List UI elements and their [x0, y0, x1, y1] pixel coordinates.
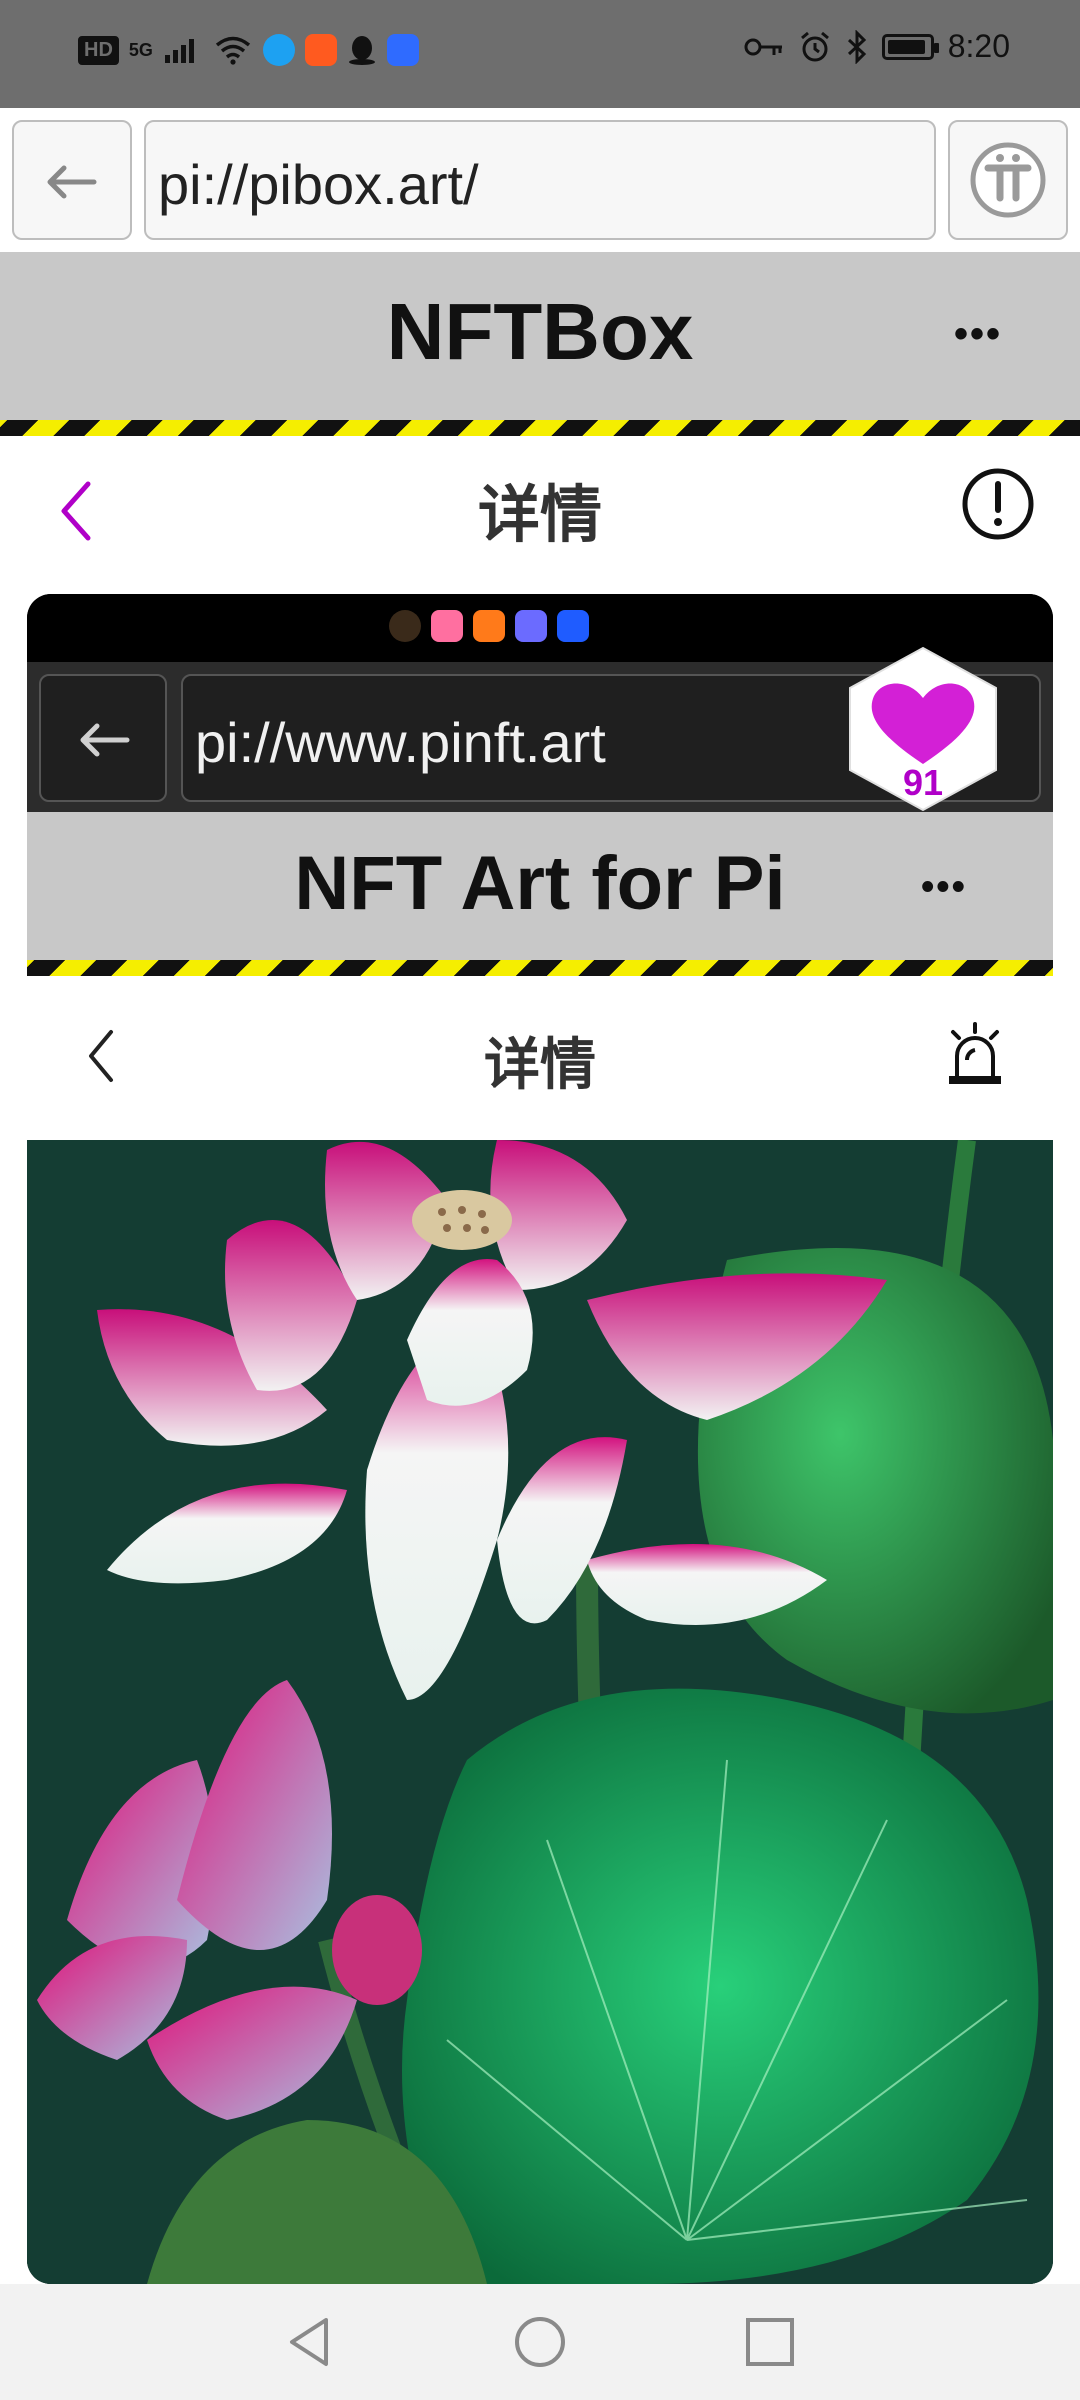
page-title: 详情 — [477, 481, 602, 550]
app-title: NFTBox — [386, 287, 694, 376]
url-text: pi://pibox.art/ — [158, 153, 479, 216]
app-notification-icon — [262, 34, 295, 66]
browser-url-bar: pi://pibox.art/ — [0, 108, 1080, 252]
key-icon — [744, 38, 782, 55]
pi-browser-button[interactable] — [948, 120, 1068, 240]
more-menu-button[interactable]: ••• — [954, 312, 1002, 357]
recents-square-icon[interactable] — [742, 2314, 798, 2370]
back-triangle-icon[interactable] — [282, 2312, 338, 2372]
browser-back-button[interactable] — [12, 120, 132, 240]
app-header: NFTBox ••• — [0, 252, 1080, 420]
inner-back-button — [39, 674, 167, 802]
battery-icon — [881, 33, 939, 60]
inner-app-title: NFT Art for Pi — [294, 841, 786, 926]
app-icon — [389, 610, 421, 642]
inner-more-menu: ••• — [921, 866, 967, 908]
app-notification-icon — [386, 34, 419, 66]
siren-icon — [949, 1022, 1001, 1084]
inner-app-header: NFT Art for Pi ••• — [27, 812, 1053, 976]
alarm-icon — [800, 31, 829, 61]
app-icon — [473, 610, 505, 642]
system-nav-bar — [0, 2284, 1080, 2400]
network-type: 5G — [128, 40, 153, 60]
nft-screenshot-card[interactable]: pi://www.pinft.art NFT Art for Pi ••• 详情 — [27, 594, 1053, 2284]
url-field[interactable]: pi://pibox.art/ — [144, 120, 936, 240]
qq-icon — [348, 36, 375, 65]
app-icon — [515, 610, 547, 642]
inner-url-text: pi://www.pinft.art — [195, 711, 606, 774]
signal-icon — [164, 39, 194, 63]
exclamation-circle-icon[interactable] — [960, 466, 1036, 542]
status-bar: HD 5G 8:20 — [0, 0, 1080, 108]
bluetooth-icon — [847, 29, 866, 64]
wifi-icon — [215, 36, 251, 65]
app-notification-icon — [304, 34, 337, 66]
inner-hazard-stripe — [27, 960, 1053, 976]
pi-logo-icon — [970, 142, 1046, 218]
inner-page-title: 详情 — [484, 1033, 596, 1096]
status-left-group: HD 5G — [78, 34, 419, 66]
app-icon — [557, 610, 589, 642]
lotus-artwork-image — [27, 1140, 1053, 2284]
hd-indicator: HD — [78, 35, 119, 65]
arrow-left-icon — [80, 723, 130, 757]
inner-detail-subheader: 详情 — [27, 976, 1053, 1140]
like-count: 91 — [902, 762, 944, 803]
app-icon — [431, 610, 463, 642]
status-time: 8:20 — [947, 28, 1010, 64]
home-circle-icon[interactable] — [510, 2312, 570, 2372]
arrow-left-icon — [47, 165, 97, 199]
inner-app-icons — [389, 610, 589, 642]
status-right-group: 8:20 — [744, 28, 1010, 65]
hazard-stripe — [0, 420, 1080, 436]
detail-subheader: 详情 — [0, 436, 1080, 576]
